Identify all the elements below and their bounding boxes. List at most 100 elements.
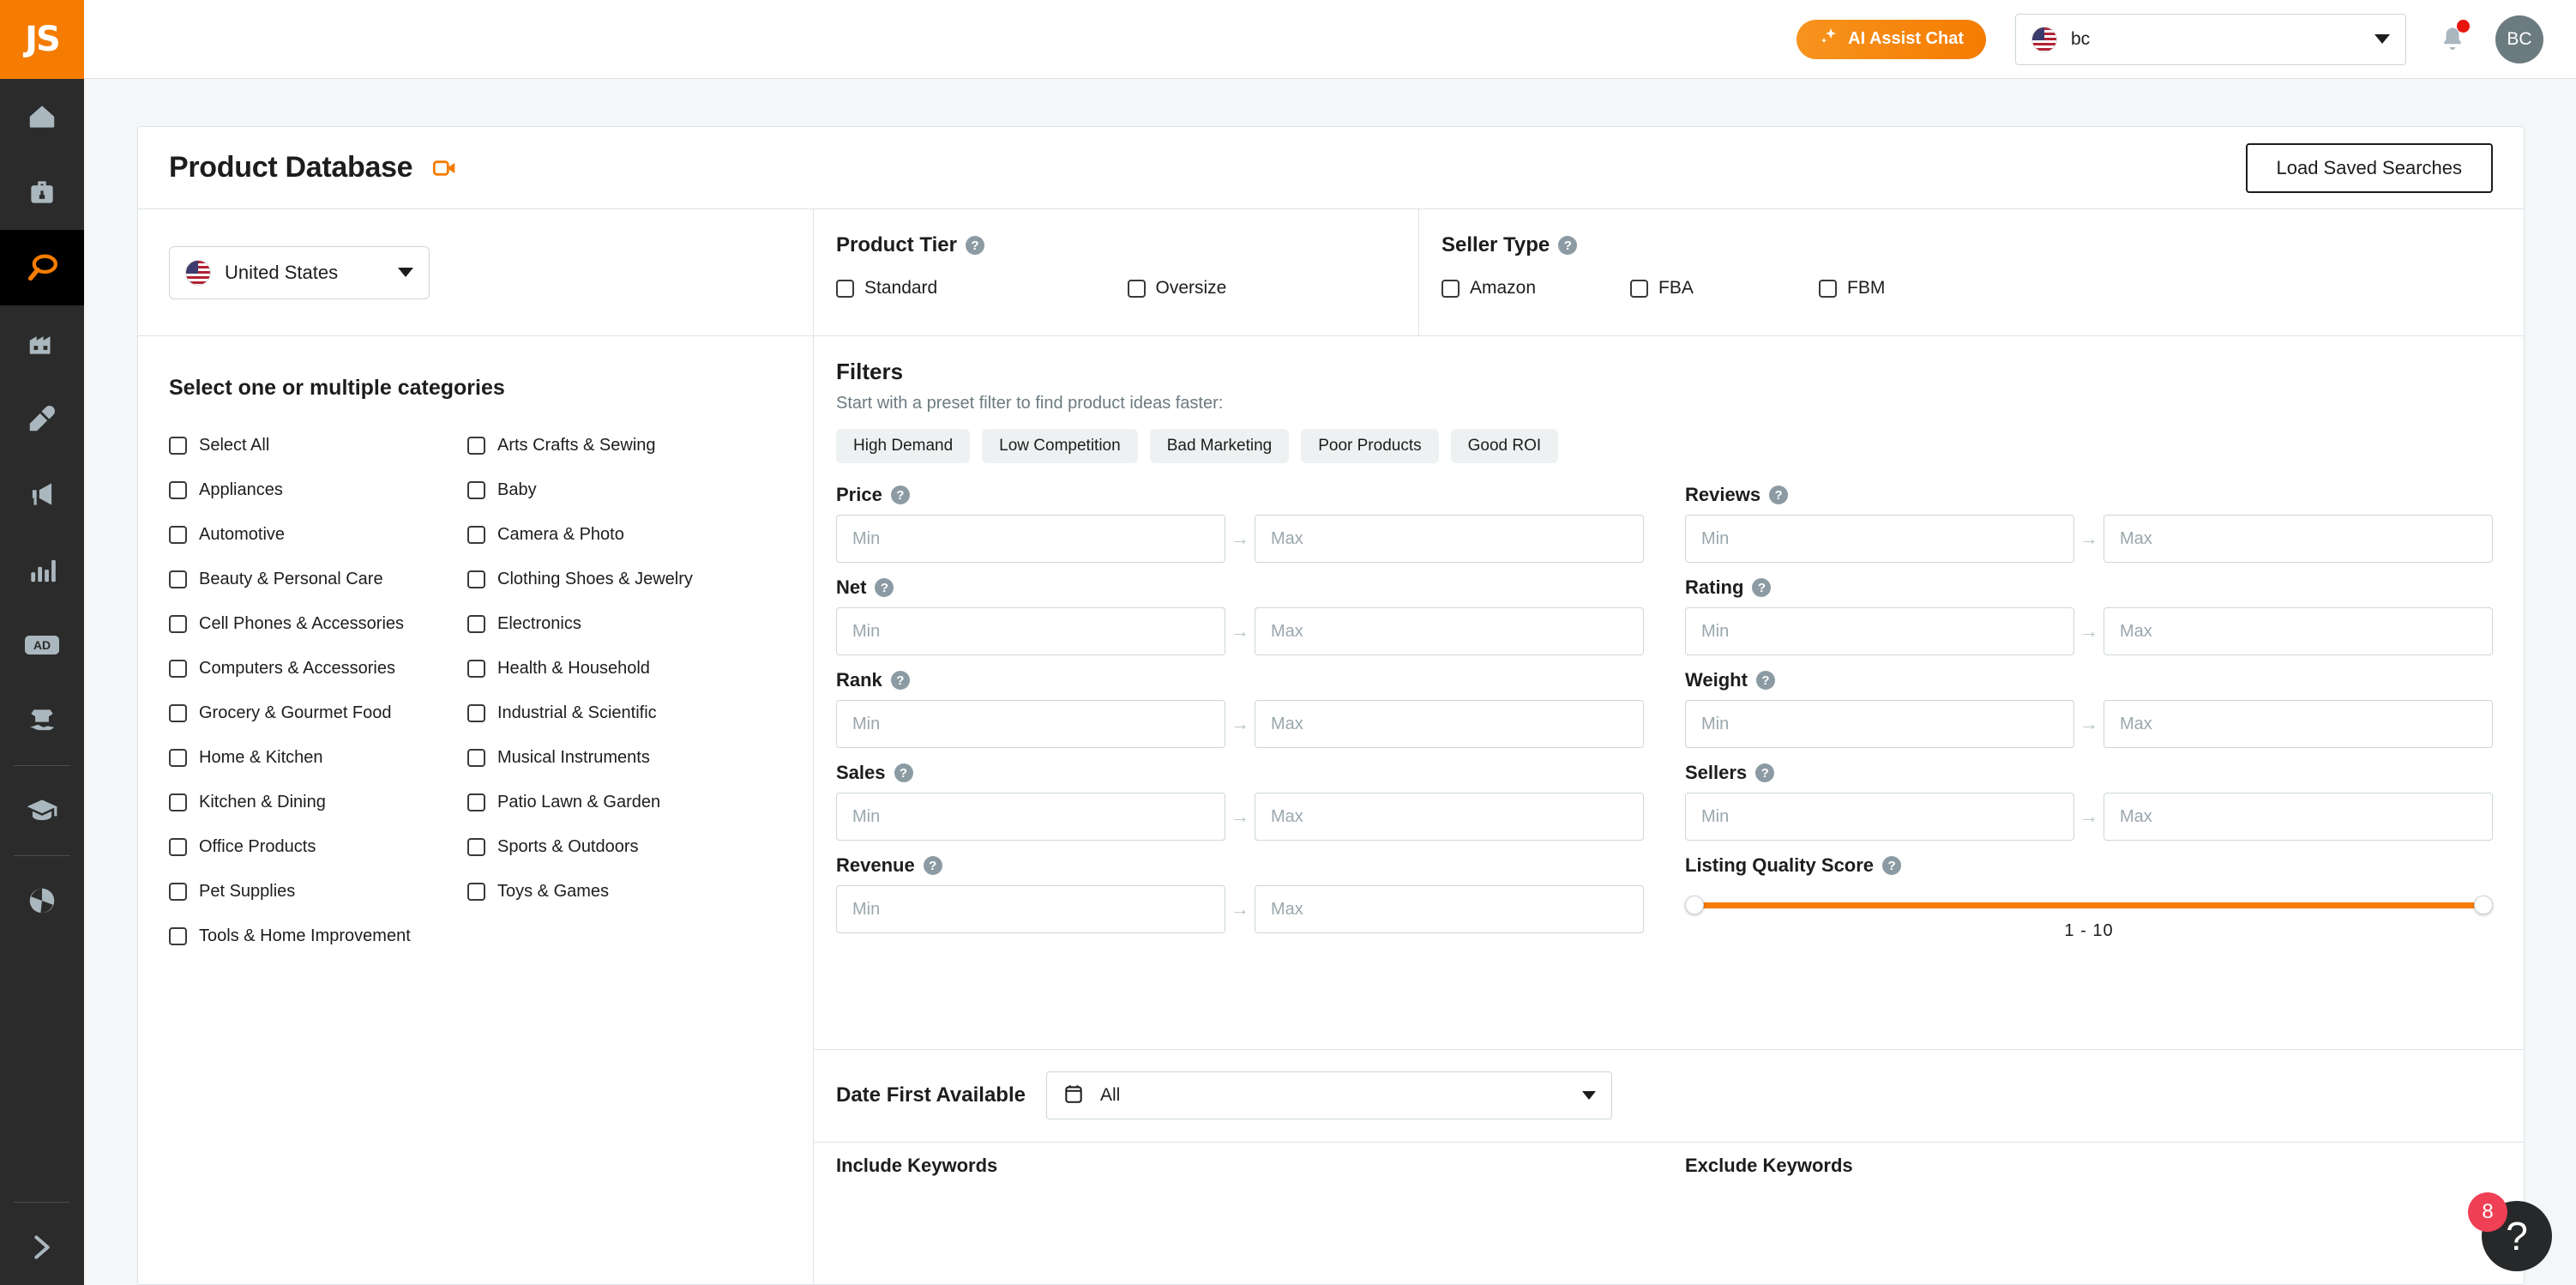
category-row[interactable]: Office Products — [169, 824, 467, 869]
category-checkbox[interactable] — [169, 793, 187, 811]
category-row[interactable]: Electronics — [467, 601, 759, 646]
preset-filter-button[interactable]: Low Competition — [982, 429, 1138, 463]
sidebar-item-keywords[interactable] — [0, 381, 84, 456]
category-checkbox[interactable] — [169, 659, 187, 678]
category-checkbox[interactable] — [467, 480, 485, 499]
category-checkbox[interactable] — [169, 480, 187, 499]
category-row[interactable]: Appliances — [169, 468, 467, 512]
category-row[interactable]: Kitchen & Dining — [169, 780, 467, 824]
category-row[interactable]: Grocery & Gourmet Food — [169, 691, 467, 735]
help-icon[interactable]: ? — [1752, 578, 1772, 597]
category-checkbox[interactable] — [467, 614, 485, 633]
category-row[interactable]: Pet Supplies — [169, 869, 467, 914]
category-checkbox[interactable] — [169, 748, 187, 767]
category-row[interactable]: Clothing Shoes & Jewelry — [467, 557, 759, 601]
filter-max-input[interactable] — [2104, 700, 2493, 748]
category-row[interactable]: Select All — [169, 423, 467, 468]
category-checkbox[interactable] — [467, 793, 485, 811]
marketplace-select[interactable]: bc — [2015, 13, 2406, 65]
sidebar-item-home[interactable] — [0, 79, 84, 154]
country-select[interactable]: United States — [169, 245, 430, 299]
help-icon[interactable]: ? — [923, 856, 942, 875]
category-checkbox[interactable] — [467, 436, 485, 455]
category-checkbox[interactable] — [169, 436, 187, 455]
category-row[interactable]: Home & Kitchen — [169, 735, 467, 780]
help-icon[interactable]: ? — [1755, 671, 1775, 690]
slider-knob-max[interactable] — [2474, 896, 2493, 914]
category-checkbox[interactable] — [467, 659, 485, 678]
category-row[interactable]: Industrial & Scientific — [467, 691, 759, 735]
category-checkbox[interactable] — [467, 703, 485, 722]
sidebar-item-product-research[interactable] — [0, 230, 84, 305]
filter-max-input[interactable] — [2104, 793, 2493, 841]
help-widget-button[interactable]: ? 8 — [2468, 1192, 2552, 1271]
slider-track[interactable] — [1685, 896, 2493, 914]
category-checkbox[interactable] — [467, 525, 485, 544]
help-icon[interactable]: ? — [1558, 236, 1578, 255]
filter-min-input[interactable] — [836, 515, 1225, 563]
help-icon[interactable]: ? — [1882, 856, 1902, 875]
preset-filter-button[interactable]: High Demand — [836, 429, 971, 463]
checkbox[interactable] — [1630, 279, 1648, 298]
checkbox[interactable] — [1127, 279, 1146, 298]
sidebar-item-product-launch[interactable] — [0, 683, 84, 758]
category-checkbox[interactable] — [169, 703, 187, 722]
filter-min-input[interactable] — [1685, 607, 2074, 655]
preset-filter-button[interactable]: Poor Products — [1301, 429, 1439, 463]
category-checkbox[interactable] — [169, 525, 187, 544]
filter-min-input[interactable] — [836, 700, 1225, 748]
app-logo[interactable]: JS — [0, 0, 84, 79]
category-row[interactable]: Computers & Accessories — [169, 646, 467, 691]
help-icon[interactable]: ? — [894, 763, 913, 782]
filter-max-input[interactable] — [1255, 700, 1644, 748]
category-checkbox[interactable] — [467, 748, 485, 767]
filter-min-input[interactable] — [1685, 515, 2074, 563]
category-checkbox[interactable] — [169, 614, 187, 633]
filter-min-input[interactable] — [1685, 793, 2074, 841]
help-icon[interactable]: ? — [890, 671, 910, 690]
category-row[interactable]: Cell Phones & Accessories — [169, 601, 467, 646]
help-icon[interactable]: ? — [875, 578, 894, 597]
category-row[interactable]: Arts Crafts & Sewing — [467, 423, 759, 468]
filter-max-input[interactable] — [1255, 515, 1644, 563]
category-row[interactable]: Patio Lawn & Garden — [467, 780, 759, 824]
filter-max-input[interactable] — [2104, 515, 2493, 563]
category-checkbox[interactable] — [467, 837, 485, 856]
filter-min-input[interactable] — [836, 885, 1225, 933]
ai-assist-chat-button[interactable]: AI Assist Chat — [1797, 19, 1986, 59]
category-row[interactable]: Automotive — [169, 512, 467, 557]
checkbox[interactable] — [1819, 279, 1837, 298]
help-icon[interactable]: ? — [965, 236, 984, 255]
sidebar-item-academy[interactable] — [0, 773, 84, 848]
category-row[interactable]: Camera & Photo — [467, 512, 759, 557]
category-row[interactable]: Sports & Outdoors — [467, 824, 759, 869]
category-checkbox[interactable] — [169, 570, 187, 588]
category-checkbox[interactable] — [169, 926, 187, 945]
sidebar-expand-button[interactable] — [0, 1210, 84, 1285]
sidebar-item-toolbox[interactable] — [0, 154, 84, 230]
filter-max-input[interactable] — [1255, 793, 1644, 841]
sidebar-item-pinwheel[interactable] — [0, 863, 84, 938]
preset-filter-button[interactable]: Good ROI — [1450, 429, 1559, 463]
notifications-button[interactable] — [2437, 20, 2470, 57]
video-camera-icon[interactable] — [431, 154, 459, 182]
sidebar-item-analytics[interactable] — [0, 532, 84, 607]
category-checkbox[interactable] — [169, 837, 187, 856]
checkbox-option[interactable]: Oversize — [1127, 278, 1419, 299]
sidebar-item-promotions[interactable] — [0, 456, 84, 532]
avatar[interactable]: BC — [2495, 15, 2543, 63]
category-row[interactable]: Health & Household — [467, 646, 759, 691]
listing-quality-score-slider[interactable]: 1 - 10 — [1685, 896, 2493, 941]
category-row[interactable]: Beauty & Personal Care — [169, 557, 467, 601]
category-checkbox[interactable] — [467, 882, 485, 901]
checkbox-option[interactable]: Standard — [836, 278, 1128, 299]
category-row[interactable]: Musical Instruments — [467, 735, 759, 780]
checkbox-option[interactable]: Amazon — [1441, 278, 1630, 299]
date-first-available-select[interactable]: All — [1045, 1071, 1612, 1119]
checkbox[interactable] — [836, 279, 854, 298]
filter-min-input[interactable] — [1685, 700, 2074, 748]
filter-min-input[interactable] — [836, 793, 1225, 841]
slider-knob-min[interactable] — [1685, 896, 1704, 914]
checkbox[interactable] — [1441, 279, 1460, 298]
help-icon[interactable]: ? — [1769, 486, 1789, 504]
